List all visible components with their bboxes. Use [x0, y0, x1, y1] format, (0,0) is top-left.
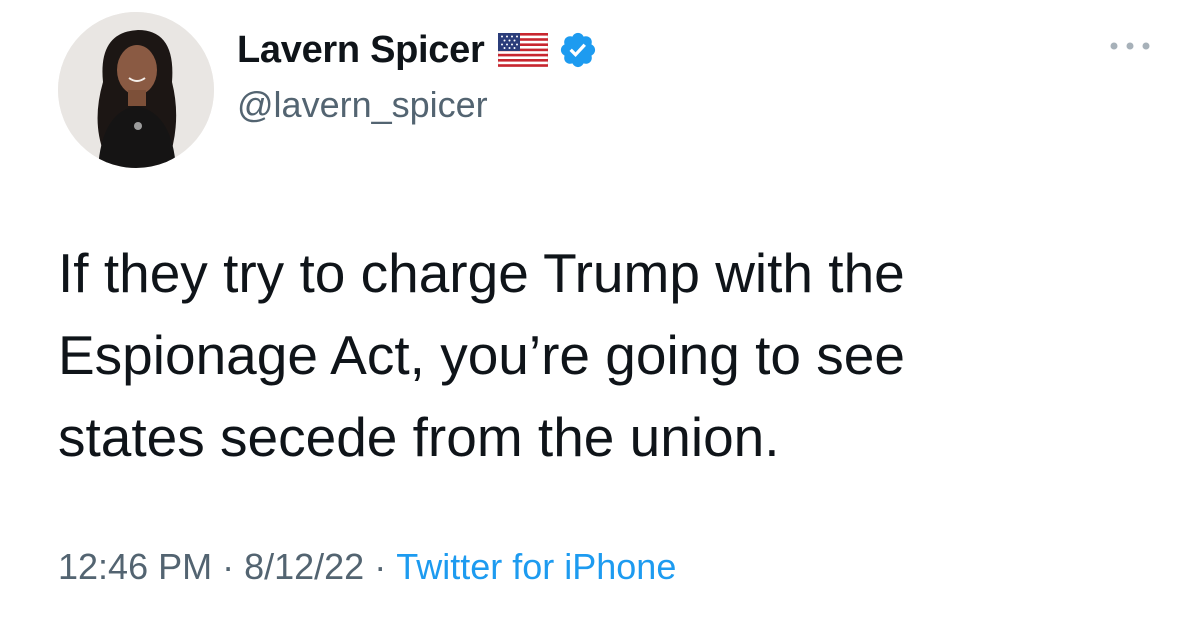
- more-options-button[interactable]: [1100, 32, 1160, 62]
- tweet-time[interactable]: 12:46 PM: [58, 546, 212, 587]
- user-handle[interactable]: @lavern_spicer: [237, 84, 488, 126]
- avatar[interactable]: [58, 12, 214, 168]
- user-name-row: Lavern Spicer: [237, 26, 598, 74]
- avatar-image: [58, 12, 214, 168]
- tweet-date[interactable]: 8/12/22: [244, 546, 364, 587]
- tweet-text: If they try to charge Trump with the Esp…: [58, 242, 905, 468]
- us-flag-icon: [497, 32, 549, 68]
- tweet-source-link[interactable]: Twitter for iPhone: [396, 546, 676, 587]
- separator-dot: ·: [222, 546, 235, 587]
- display-name[interactable]: Lavern Spicer: [237, 29, 485, 72]
- tweet-card: Lavern Spicer @lavern_spicer If they try…: [0, 0, 1200, 618]
- more-options-icon: [1108, 38, 1152, 56]
- verified-badge-icon: [558, 30, 598, 70]
- separator-dot: ·: [374, 546, 387, 587]
- tweet-metadata: 12:46 PM · 8/12/22 · Twitter for iPhone: [58, 546, 676, 588]
